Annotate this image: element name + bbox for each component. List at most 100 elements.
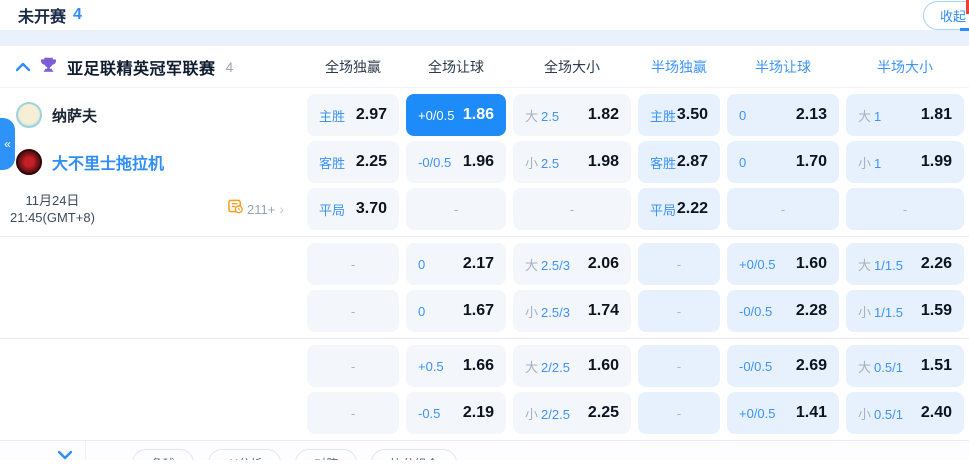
league-info: 亚足联精英冠军联赛 4 xyxy=(0,55,300,79)
league-name: 亚足联精英冠军联赛 xyxy=(67,60,216,78)
odds-label: 小 2/2.5 xyxy=(525,406,570,422)
odds-cell[interactable]: 主胜 3.50 xyxy=(638,94,720,136)
odds-label: 小 2.5 xyxy=(525,155,560,171)
match-status: 未开赛 4 xyxy=(18,3,82,27)
dash: - xyxy=(350,303,356,319)
more-markets-link[interactable]: 211+ › xyxy=(228,199,284,219)
odds-table: 纳萨夫 主胜 2.97 +0/0.5 1.86 大 2.5 1.82 主胜 3.50 0 2.13 大 1… xyxy=(0,88,969,440)
odds-label: 大1 xyxy=(858,108,882,124)
scrollbar-fragment xyxy=(960,28,969,31)
quick-link-button-2[interactable]: 对阵 xyxy=(295,449,358,460)
odds-value: 2.69 xyxy=(795,357,827,374)
dash: - xyxy=(350,256,356,272)
odds-cell[interactable]: 小 2.5/3 1.74 xyxy=(513,290,631,332)
odds-value: 1.59 xyxy=(920,302,952,319)
odds-cell[interactable]: +0/0.5 1.41 xyxy=(727,392,839,434)
odds-cell[interactable]: 主胜 2.97 xyxy=(307,94,399,136)
odds-cell[interactable]: 客胜 2.25 xyxy=(307,141,399,183)
column-header-5[interactable]: 半场大小 xyxy=(846,57,964,77)
odds-cell[interactable]: +0/0.5 1.86 xyxy=(406,94,506,136)
collapse-button[interactable]: 收起 xyxy=(922,1,969,30)
odds-cell[interactable]: -0.5 2.19 xyxy=(406,392,506,434)
odds-page: 未开赛 4 收起 亚足联精英冠军联赛 4 全场独赢 全场让球 全场大小 半场独赢… xyxy=(0,0,969,466)
status-label: 未开赛 xyxy=(18,9,67,26)
odds-value: 2.26 xyxy=(920,255,952,272)
dash: - xyxy=(902,201,908,217)
odds-label: 0 xyxy=(739,154,747,170)
dash: - xyxy=(676,303,682,319)
odds-cell[interactable]: 大 2/2.5 1.60 xyxy=(513,345,631,387)
odds-row: - -0.5 2.19 小 2/2.5 2.25 - +0/0.5 1.41 小 0.5/1 2.40 xyxy=(0,392,969,434)
odds-value: 2.28 xyxy=(795,302,827,319)
odds-cell-empty: - xyxy=(846,188,964,230)
odds-cell-empty: - xyxy=(406,188,506,230)
odds-label: 主胜 xyxy=(650,108,677,124)
dash: - xyxy=(350,405,356,421)
odds-row: - 0 1.67 小 2.5/3 1.74 - -0/0.5 2.28 小 1/1.5 1.59 xyxy=(0,290,969,332)
column-header-3[interactable]: 半场独赢 xyxy=(638,57,720,77)
odds-label: 小 1/1.5 xyxy=(858,304,903,320)
quick-link-button-3[interactable]: 比分组合 xyxy=(371,449,458,460)
odds-label: 平局 xyxy=(650,202,677,218)
odds-cell-empty: - xyxy=(638,345,720,387)
odds-label: 0 xyxy=(418,256,426,272)
away-team-row[interactable]: 大不里士拖拉机 xyxy=(0,149,300,175)
odds-value: 2.06 xyxy=(587,255,619,272)
odds-label: -0/0.5 xyxy=(739,303,773,319)
column-header-2: 全场大小 xyxy=(544,58,600,75)
odds-cell[interactable]: -0/0.5 2.28 xyxy=(727,290,839,332)
odds-value: 1.96 xyxy=(462,153,494,170)
quick-link-button-0[interactable]: 角球 xyxy=(132,449,195,460)
odds-label: 客胜 xyxy=(319,155,346,171)
odds-cell[interactable]: 大 0.5/1 1.51 xyxy=(846,345,964,387)
odds-cell[interactable]: -0/0.5 1.96 xyxy=(406,141,506,183)
league-count: 4 xyxy=(225,58,234,75)
odds-cell-empty: - xyxy=(638,243,720,285)
odds-cell[interactable]: 0 1.70 xyxy=(727,141,839,183)
odds-cell[interactable]: 平局 3.70 xyxy=(307,188,399,230)
home-team-logo-icon xyxy=(16,102,42,128)
odds-cell[interactable]: 大 2.5 1.82 xyxy=(513,94,631,136)
column-header-4[interactable]: 半场让球 xyxy=(727,57,839,77)
chevron-down-icon[interactable] xyxy=(57,447,73,460)
home-team-row[interactable]: 纳萨夫 xyxy=(0,102,300,128)
odds-cell[interactable]: 客胜 2.87 xyxy=(638,141,720,183)
odds-value: 3.70 xyxy=(355,200,387,217)
odds-label: 主胜 xyxy=(319,108,346,124)
odds-cell[interactable]: 小 1 1.99 xyxy=(846,141,964,183)
odds-value: 2.22 xyxy=(676,200,708,217)
odds-row: -0 2.17 大 2.5/3 2.06- +0/0.5 1.60 大 1/1.5 2.26 xyxy=(0,243,969,285)
sidebar-collapse-tab[interactable]: « xyxy=(0,118,15,170)
odds-cell[interactable]: 小 2/2.5 2.25 xyxy=(513,392,631,434)
odds-value: 1.81 xyxy=(920,106,952,123)
odds-cell[interactable]: 平局 2.22 xyxy=(638,188,720,230)
odds-cell[interactable]: 0 2.13 xyxy=(727,94,839,136)
odds-cell[interactable]: 大 1 1.81 xyxy=(846,94,964,136)
odds-cell[interactable]: +0/0.5 1.60 xyxy=(727,243,839,285)
odds-label: 客胜 xyxy=(650,155,677,171)
odds-cell[interactable]: 小 0.5/1 2.40 xyxy=(846,392,964,434)
left-slot: 11月24日 21:45(GMT+8) 211+ › xyxy=(0,192,300,226)
chevron-up-icon[interactable] xyxy=(16,62,30,72)
odds-value: 2.25 xyxy=(355,153,387,170)
odds-value: 1.99 xyxy=(920,153,952,170)
odds-value: 1.41 xyxy=(795,404,827,421)
bottom-bar: 角球 AI分析 对阵 比分组合 xyxy=(0,440,969,460)
dash: - xyxy=(676,358,682,374)
odds-cell-empty: - xyxy=(638,392,720,434)
column-header-0: 全场独赢 xyxy=(325,58,381,75)
odds-cell[interactable]: 大 1/1.5 2.26 xyxy=(846,243,964,285)
odds-cell[interactable]: +0.5 1.66 xyxy=(406,345,506,387)
odds-cell[interactable]: 小 2.5 1.98 xyxy=(513,141,631,183)
odds-cell[interactable]: -0/0.5 2.69 xyxy=(727,345,839,387)
odds-value: 3.50 xyxy=(676,106,708,123)
chevron-right-icon: › xyxy=(279,201,284,217)
odds-cell[interactable]: 0 2.17 xyxy=(406,243,506,285)
away-team-name: 大不里士拖拉机 xyxy=(52,156,165,173)
quick-link-button-1[interactable]: AI分析 xyxy=(208,449,282,460)
odds-cell[interactable]: 0 1.67 xyxy=(406,290,506,332)
odds-group-1: -0 2.17 大 2.5/3 2.06- +0/0.5 1.60 大 1/1.5 2.26-0 1… xyxy=(0,236,969,338)
odds-cell[interactable]: 小 1/1.5 1.59 xyxy=(846,290,964,332)
odds-cell[interactable]: 大 2.5/3 2.06 xyxy=(513,243,631,285)
odds-label: -0.5 xyxy=(418,405,441,421)
